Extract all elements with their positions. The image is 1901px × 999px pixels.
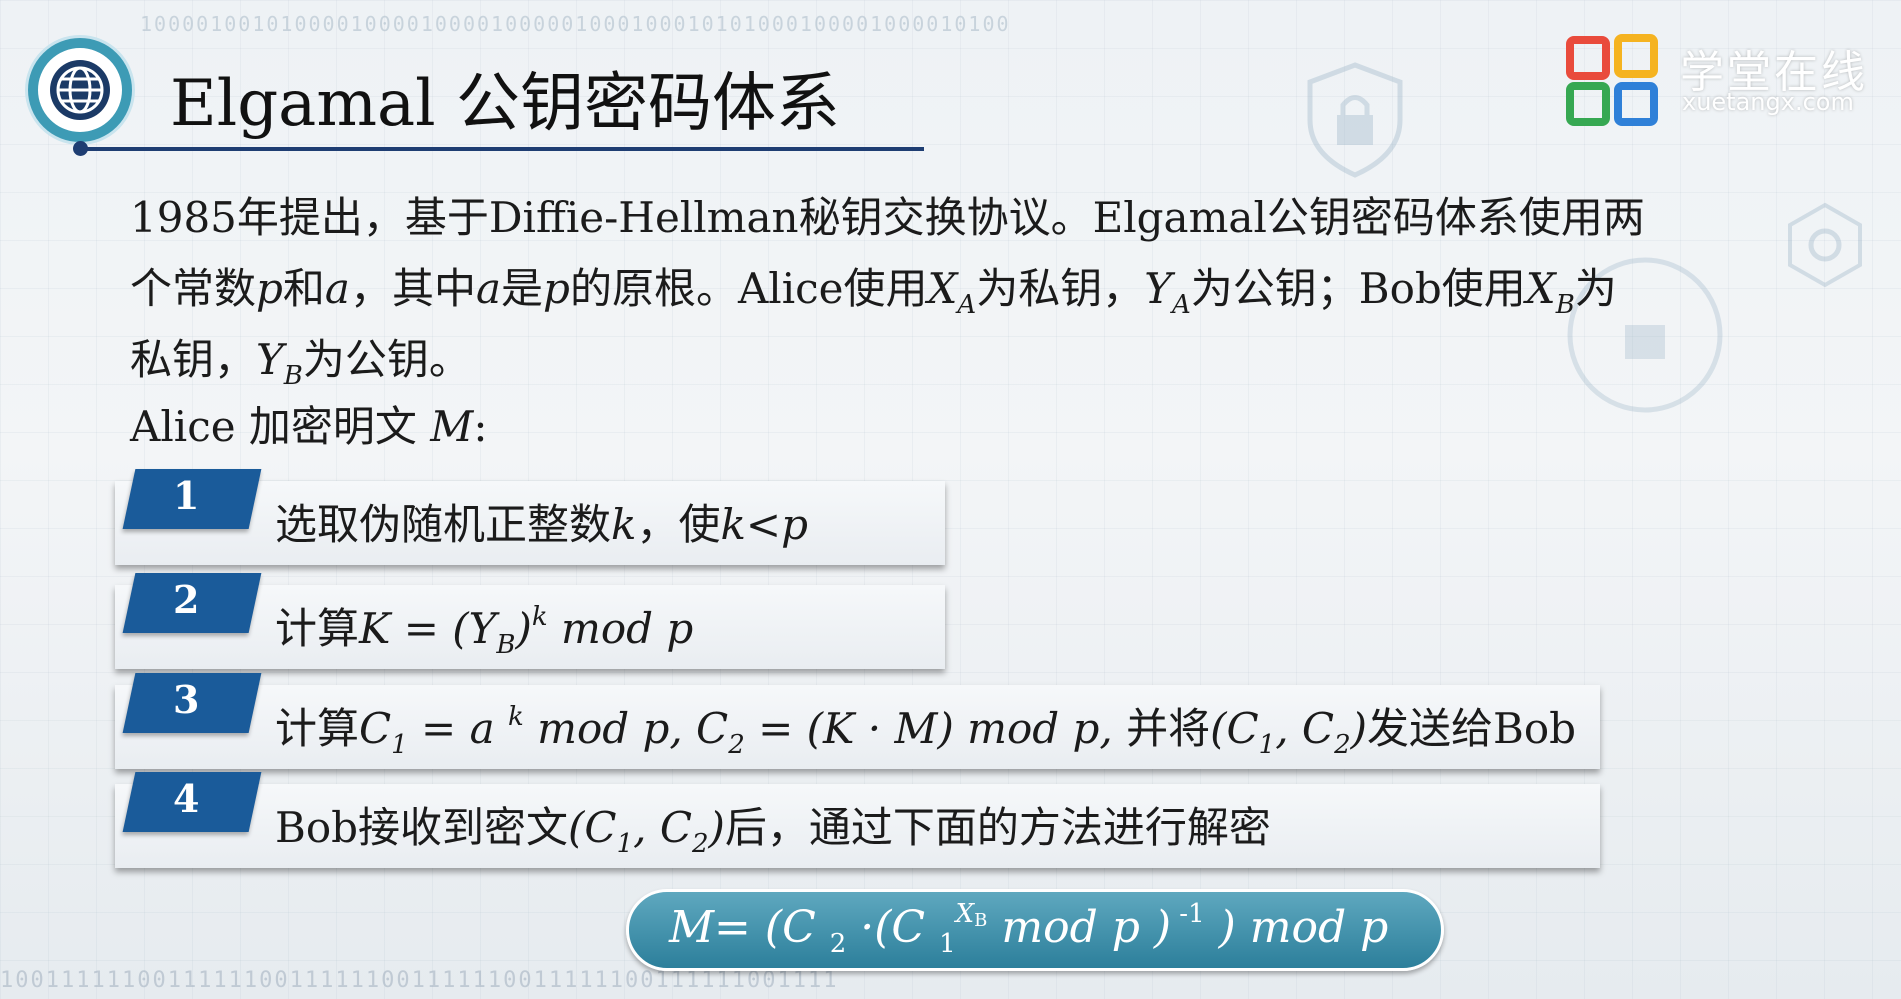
binary-decoration-bottom: 1001111110011111100111111001111110011111… — [0, 968, 839, 993]
xuetangx-logo-icon — [1566, 34, 1658, 126]
step-number: 4 — [173, 776, 200, 821]
title-underline — [82, 147, 924, 151]
title-underline-dot — [73, 141, 88, 156]
intro-line-2: 个常数p和a，其中a是p的原根。Alice使用XA为私钥，YA为公钥；Bob使用… — [130, 264, 1617, 320]
step-number: 2 — [173, 577, 200, 622]
step-text: 计算C1 = a k mod p, C2 = (K · M) mod p, 并将… — [275, 702, 1577, 760]
formula-text: M= (C 2 ·(C 1XB mod p ) -1 ) mod p — [669, 899, 1389, 959]
intro-paragraph: 1985年提出，基于Diffie-Hellman秘钥交换协议。Elgamal公钥… — [130, 182, 1770, 395]
step-number: 1 — [173, 473, 200, 518]
step-4: 4 Bob接收到密文(C1, C2)后，通过下面的方法进行解密 — [115, 772, 1600, 868]
decryption-formula: M= (C 2 ·(C 1XB mod p ) -1 ) mod p — [626, 889, 1444, 971]
step-3: 3 计算C1 = a k mod p, C2 = (K · M) mod p, … — [115, 673, 1600, 769]
binary-decoration-top: 1000010010100001000010000100000100010001… — [140, 12, 1011, 36]
logo-subtext: xuetangx.com — [1682, 88, 1854, 116]
lock-shield-icon — [1307, 62, 1403, 178]
step-1: 1 选取伪随机正整数k，使k<p — [115, 469, 945, 565]
intro-line-1: 1985年提出，基于Diffie-Hellman秘钥交换协议。Elgamal公钥… — [130, 193, 1645, 242]
encrypt-heading: Alice 加密明文 M: — [130, 402, 488, 451]
globe-icon — [28, 38, 132, 142]
step-number: 3 — [173, 677, 200, 722]
step-text: Bob接收到密文(C1, C2)后，通过下面的方法进行解密 — [275, 803, 1271, 859]
page-title: Elgamal 公钥密码体系 — [170, 67, 840, 141]
step-text: 计算K = (YB)k mod p — [275, 602, 694, 660]
step-text: 选取伪随机正整数k，使k<p — [275, 500, 809, 549]
step-2: 2 计算K = (YB)k mod p — [115, 573, 945, 669]
intro-line-3: 私钥，YB为公钥。 — [130, 335, 471, 391]
gear-icon — [1788, 202, 1862, 288]
